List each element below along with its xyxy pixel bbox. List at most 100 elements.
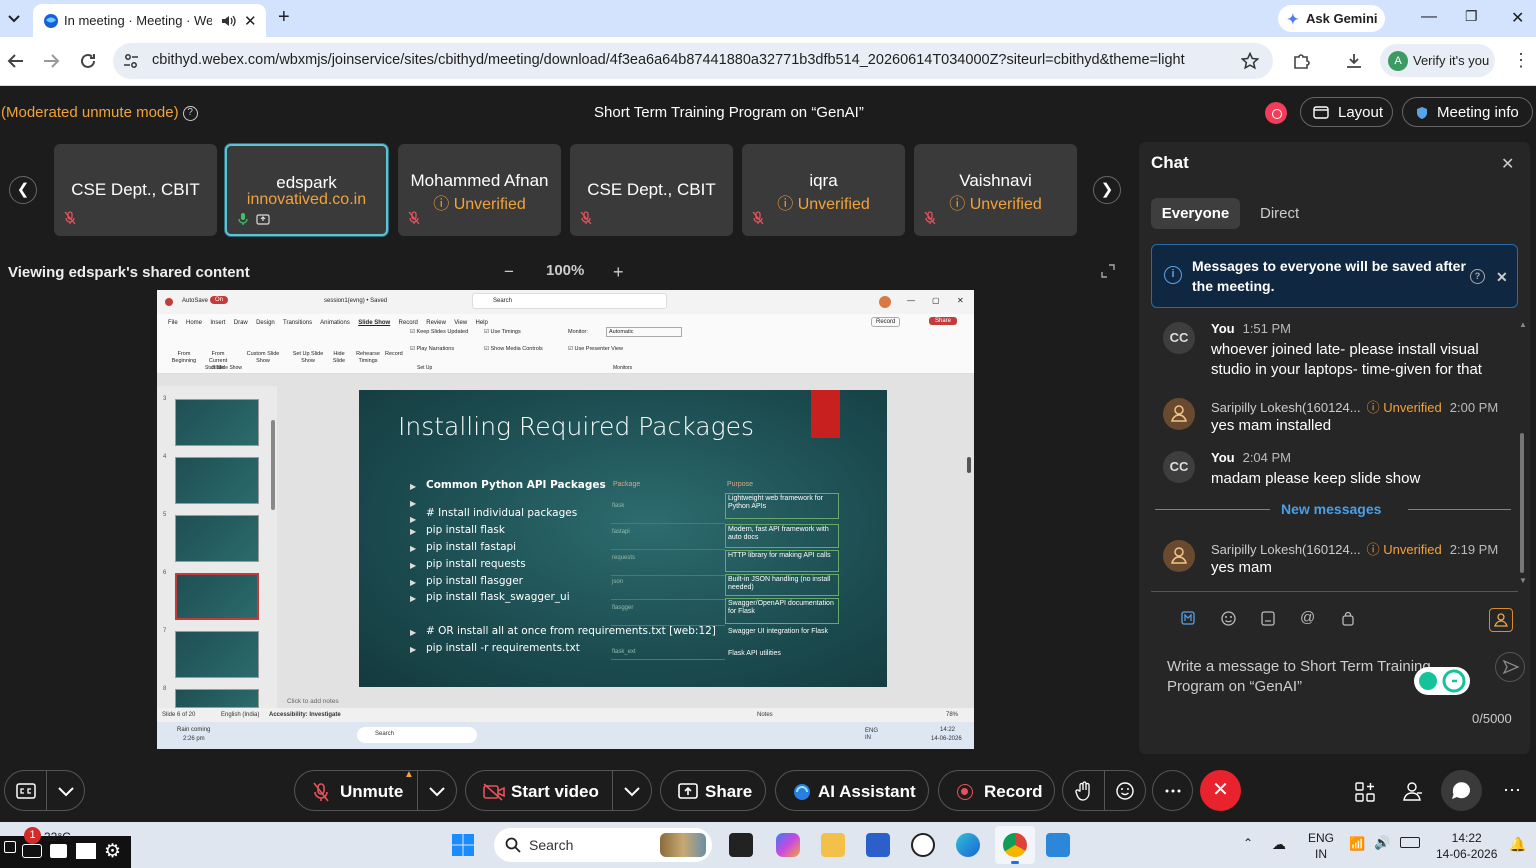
participant-tile[interactable]: Vaishnavi ⓘ Unverified [914,144,1077,236]
notification-badge: 1 [24,827,41,844]
new-tab-button[interactable]: + [278,6,290,29]
capture-settings-icon[interactable]: ⚙ [104,840,121,863]
tab-search-chevron-icon[interactable] [4,8,24,28]
ask-gemini-button[interactable]: ✦ Ask Gemini [1278,5,1385,32]
captions-dropdown[interactable] [46,770,85,811]
site-settings-icon[interactable] [123,53,139,69]
help-icon[interactable]: ? [1470,269,1485,284]
record-button[interactable]: Record [938,770,1055,811]
reload-icon[interactable] [79,52,97,70]
layout-label: Layout [1338,104,1384,121]
help-icon[interactable]: ? [182,105,198,121]
download-icon[interactable] [1345,52,1363,70]
capture-icon[interactable] [4,841,16,853]
zoom-out-button[interactable]: − [504,262,514,282]
mention-icon[interactable]: @ [1300,609,1315,626]
scroll-up-icon[interactable]: ▲ [1519,320,1527,329]
extensions-puzzle-icon[interactable] [1292,52,1310,70]
address-bar[interactable]: cbithyd.webex.com/wbxmjs/joinservice/sit… [113,43,1273,79]
camera-icon[interactable] [22,844,42,858]
dell-icon[interactable] [911,833,935,857]
share-button[interactable]: Share [660,770,766,811]
zoom-in-button[interactable]: + [613,262,624,283]
close-window-icon[interactable]: ✕ [1511,8,1524,28]
edge-browser-icon[interactable] [956,833,980,857]
clock[interactable]: 14:22 14-06-2026 [1436,830,1497,862]
bookmark-star-icon[interactable] [1241,52,1259,70]
ppt-menu-item: Help [475,320,488,326]
emoji-icon[interactable] [1221,611,1236,626]
onedrive-icon[interactable]: ☁ [1272,836,1286,853]
copilot-icon[interactable] [776,833,800,857]
windows-start-icon[interactable] [451,833,475,857]
battery-icon[interactable] [1400,837,1420,848]
unmute-label: Unmute [340,782,404,801]
meeting-info-button[interactable]: Meeting info [1402,97,1533,127]
more-options-button[interactable] [1152,770,1193,811]
microsoft-store-icon[interactable] [866,833,890,857]
participants-next-button[interactable]: ❯ [1093,176,1121,204]
raise-hand-icon[interactable] [1075,781,1093,801]
audio-options-dropdown[interactable] [417,770,457,811]
attach-file-icon[interactable] [1341,611,1355,626]
close-chat-icon[interactable]: ✕ [1501,154,1514,174]
chrome-taskbar-item-active[interactable] [995,826,1035,864]
tab-audio-icon[interactable] [221,14,237,28]
ai-assistant-button[interactable]: AI Assistant [775,770,929,811]
settings-more-icon[interactable]: ⋯ [1503,781,1521,799]
markdown-format-icon[interactable] [1181,611,1195,625]
close-notice-icon[interactable]: ✕ [1496,267,1508,287]
grammarly-widget[interactable] [1414,667,1470,695]
scroll-down-icon[interactable]: ▼ [1519,576,1527,585]
taskbar-search[interactable]: Search [494,828,712,862]
start-video-button[interactable]: Start video [465,770,613,811]
fullscreen-icon[interactable] [1101,264,1115,278]
browser-tab-webex[interactable]: In meeting · Meeting · Webex ✕ [33,4,266,37]
participant-tile[interactable]: iqra ⓘ Unverified [742,144,905,236]
weather-widget[interactable]: 32°C [44,830,71,844]
file-explorer-icon[interactable] [821,833,845,857]
send-button[interactable] [1495,652,1525,682]
chat-scrollbar[interactable]: ▲ ▼ [1519,320,1527,586]
chevron-down-icon [58,787,74,797]
message-input[interactable]: Write a message to Short Term Training P… [1167,657,1447,697]
captions-button[interactable] [4,770,47,811]
notifications-bell-icon[interactable]: 🔔 [1509,836,1526,853]
participant-tile-active-speaker[interactable]: edspark innovatived.co.in [225,144,388,236]
back-icon[interactable] [7,52,25,70]
chat-toggle-button[interactable] [1441,770,1482,811]
participant-tile[interactable]: CSE Dept., CBIT [54,144,217,236]
window-capture-icon[interactable] [76,843,96,859]
participants-icon[interactable] [1402,780,1424,802]
browser-menu-icon[interactable]: ⋮ [1512,51,1530,69]
verify-profile-button[interactable]: A Verify it's you [1380,44,1495,77]
forward-icon[interactable] [42,52,60,70]
restore-window-icon[interactable]: ❐ [1465,8,1478,25]
vscode-icon[interactable] [1046,833,1070,857]
input-language[interactable]: ENG IN [1308,830,1334,862]
layout-button[interactable]: Layout [1300,97,1393,127]
tab-direct[interactable]: Direct [1250,198,1309,229]
video-record-icon[interactable] [50,844,67,858]
remote-weather: Rain coming [177,727,211,733]
participant-tile[interactable]: CSE Dept., CBIT [570,144,733,236]
wifi-icon[interactable]: 📶 [1349,836,1365,852]
new-messages-label[interactable]: New messages [1281,501,1381,517]
guest-chat-icon[interactable] [1489,608,1513,632]
volume-icon[interactable]: 🔊 [1374,835,1390,851]
participant-tile[interactable]: Mohammed Afnan ⓘ Unverified [398,144,561,236]
apps-icon[interactable] [1354,781,1376,803]
end-call-button[interactable]: ✕ [1200,770,1241,811]
reactions-icon[interactable] [1115,781,1135,801]
ppt-filename: session1(evng) • Saved [324,298,388,304]
video-options-dropdown[interactable] [612,770,652,811]
scroll-thumb[interactable] [1520,433,1524,573]
tray-chevron-icon[interactable]: ⌃ [1243,836,1253,850]
unmute-button[interactable]: Unmute ▲ [294,769,418,811]
minimize-window-icon[interactable]: — [1421,8,1437,26]
task-view-icon[interactable] [729,833,753,857]
close-tab-icon[interactable]: ✕ [244,12,257,30]
participants-prev-button[interactable]: ❮ [9,176,37,204]
tab-everyone[interactable]: Everyone [1151,198,1240,229]
gif-icon[interactable] [1261,611,1275,626]
